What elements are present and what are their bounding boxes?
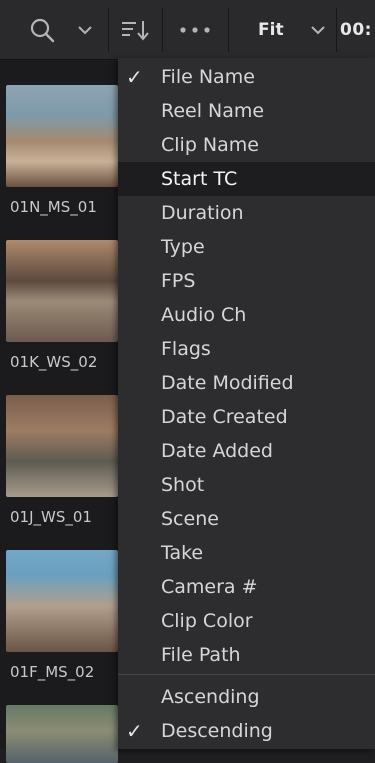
clip-thumbnail[interactable] <box>6 240 118 342</box>
menu-item-label: Scene <box>161 508 219 530</box>
timecode-value: 00: <box>340 20 372 40</box>
menu-item-label: Take <box>161 542 204 564</box>
search-icon <box>30 18 55 43</box>
menu-item-label: FPS <box>161 270 196 292</box>
menu-item-label: File Name <box>161 66 255 88</box>
sort-button[interactable] <box>112 10 158 50</box>
clip-name: 01J_WS_01 <box>10 508 92 526</box>
menu-item-shot[interactable]: Shot <box>118 468 375 502</box>
menu-item-file-name[interactable]: ✓ File Name <box>118 60 375 94</box>
menu-item-fps[interactable]: FPS <box>118 264 375 298</box>
zoom-fit-dropdown[interactable]: Fit <box>232 10 332 50</box>
menu-separator <box>118 674 375 675</box>
chevron-down-icon <box>310 26 325 35</box>
menu-item-label: Ascending <box>161 686 260 708</box>
toolbar-divider <box>336 8 337 52</box>
menu-item-label: Clip Color <box>161 610 253 632</box>
menu-item-label: Start TC <box>161 168 238 190</box>
clip-name: 01K_WS_02 <box>10 353 98 371</box>
toolbar: Fit 00: <box>0 0 375 60</box>
checkmark-icon: ✓ <box>126 719 143 743</box>
timecode-display: 00: <box>340 10 375 50</box>
sort-menu: ✓ File Name Reel Name Clip Name Start TC… <box>118 58 375 749</box>
menu-item-label: Shot <box>161 474 205 496</box>
media-pool-thumbnails: 01N_MS_01 01K_WS_02 01J_WS_01 01F_MS_02 <box>0 61 125 763</box>
menu-item-date-modified[interactable]: Date Modified <box>118 366 375 400</box>
menu-item-label: Audio Ch <box>161 304 247 326</box>
menu-item-file-path[interactable]: File Path <box>118 638 375 672</box>
checkmark-icon: ✓ <box>126 65 143 89</box>
menu-item-label: Date Modified <box>161 372 294 394</box>
menu-item-clip-name[interactable]: Clip Name <box>118 128 375 162</box>
menu-item-date-created[interactable]: Date Created <box>118 400 375 434</box>
menu-item-ascending[interactable]: Ascending <box>118 680 375 714</box>
sort-icon <box>122 21 149 41</box>
menu-item-clip-color[interactable]: Clip Color <box>118 604 375 638</box>
menu-item-label: Duration <box>161 202 244 224</box>
more-icon <box>180 27 210 33</box>
menu-item-start-tc[interactable]: Start TC <box>118 162 375 196</box>
menu-item-label: Date Added <box>161 440 273 462</box>
more-options-button[interactable] <box>166 10 224 50</box>
clip-thumbnail[interactable] <box>6 705 118 763</box>
clip-thumbnail[interactable] <box>6 550 118 652</box>
clip-name: 01N_MS_01 <box>10 198 97 216</box>
menu-item-duration[interactable]: Duration <box>118 196 375 230</box>
menu-item-label: Type <box>161 236 205 258</box>
menu-item-descending[interactable]: ✓ Descending <box>118 714 375 748</box>
menu-item-label: Reel Name <box>161 100 265 122</box>
menu-item-take[interactable]: Take <box>118 536 375 570</box>
chevron-down-icon <box>78 26 92 35</box>
menu-item-reel-name[interactable]: Reel Name <box>118 94 375 128</box>
menu-item-audio-ch[interactable]: Audio Ch <box>118 298 375 332</box>
menu-item-type[interactable]: Type <box>118 230 375 264</box>
menu-item-label: Camera # <box>161 576 258 598</box>
clip-name: 01F_MS_02 <box>10 663 95 681</box>
menu-item-label: Clip Name <box>161 134 259 156</box>
menu-item-label: Flags <box>161 338 211 360</box>
menu-item-scene[interactable]: Scene <box>118 502 375 536</box>
toolbar-divider <box>162 8 163 52</box>
toolbar-divider <box>108 8 109 52</box>
toolbar-divider <box>228 8 229 52</box>
menu-item-flags[interactable]: Flags <box>118 332 375 366</box>
menu-item-date-added[interactable]: Date Added <box>118 434 375 468</box>
menu-item-label: Date Created <box>161 406 288 428</box>
menu-item-camera-number[interactable]: Camera # <box>118 570 375 604</box>
menu-item-label: File Path <box>161 644 241 666</box>
zoom-fit-label: Fit <box>258 20 284 40</box>
search-button[interactable] <box>18 10 104 50</box>
clip-thumbnail[interactable] <box>6 85 118 187</box>
menu-item-label: Descending <box>161 720 273 742</box>
clip-thumbnail[interactable] <box>6 395 118 497</box>
